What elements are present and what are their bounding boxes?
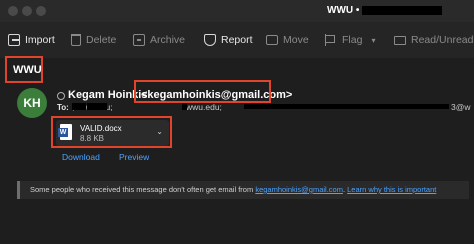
redacted-title-bar [362, 6, 442, 15]
unread-indicator-icon[interactable] [57, 92, 65, 100]
report-label: Report [221, 34, 253, 46]
chevron-down-icon[interactable]: ▾ [371, 36, 375, 45]
flag-button[interactable]: Flag ▾ [325, 33, 375, 47]
redacted-recipient [182, 103, 187, 110]
import-button[interactable]: Import [8, 33, 55, 47]
external-sender-notice: Some people who received this message do… [17, 181, 469, 199]
avatar: KH [17, 88, 47, 118]
notice-sender-link[interactable]: kegamhoinkis@gmail.com [255, 185, 343, 194]
archive-button[interactable]: Archive [133, 33, 185, 47]
redacted-recipient [87, 103, 107, 110]
highlight-box-sender-email [134, 80, 271, 103]
recipient-list-part[interactable]: wwu.edu; [186, 102, 222, 112]
close-window-button[interactable] [8, 6, 18, 16]
toolbar: Import Delete Archive Report Move Flag ▾… [0, 22, 474, 58]
flag-label: Flag [342, 34, 363, 46]
learn-why-link[interactable]: Learn why this is important [347, 185, 436, 194]
preview-link[interactable]: Preview [119, 152, 149, 162]
message-subject: WWU [13, 64, 42, 76]
delete-label: Delete [86, 34, 117, 46]
read-unread-label: Read/Unread [411, 34, 474, 46]
import-icon [8, 34, 20, 46]
trash-icon [71, 34, 81, 46]
import-label: Import [25, 34, 55, 46]
recipient-list-part[interactable]: 3@w [451, 102, 471, 112]
envelope-icon [394, 35, 406, 45]
read-unread-button[interactable]: Read/Unread [394, 33, 473, 47]
minimize-window-button[interactable] [22, 6, 32, 16]
redacted-recipient [72, 103, 86, 110]
redacted-recipient [244, 104, 449, 109]
window-title: WWU • [327, 5, 360, 16]
move-button[interactable]: Move [266, 33, 309, 47]
folder-icon [266, 35, 278, 45]
archive-label: Archive [150, 34, 186, 46]
to-label: To: [57, 103, 69, 112]
zoom-window-button[interactable] [36, 6, 46, 16]
highlight-box-attachment [51, 116, 172, 148]
move-label: Move [283, 34, 309, 46]
title-bar: WWU • [0, 0, 474, 22]
shield-icon [204, 34, 216, 46]
download-link[interactable]: Download [62, 152, 100, 162]
archive-icon [133, 34, 145, 46]
report-button[interactable]: Report [204, 33, 253, 47]
delete-button[interactable]: Delete [71, 33, 116, 47]
flag-icon [325, 34, 337, 46]
notice-text: Some people who received this message do… [30, 185, 256, 194]
